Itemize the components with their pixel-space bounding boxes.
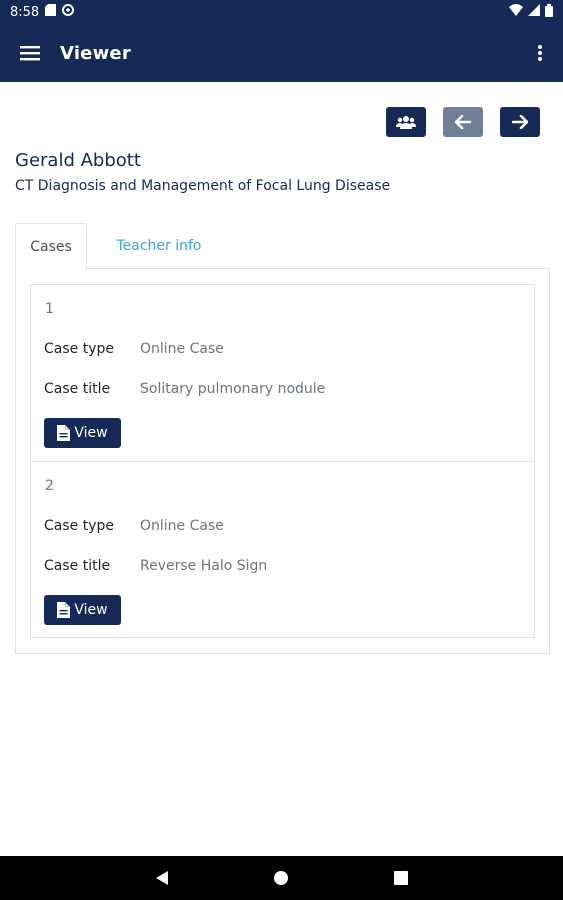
- data-saver-icon: [62, 4, 75, 20]
- view-button-label: View: [74, 425, 108, 441]
- arrow-right-icon: [512, 115, 528, 129]
- navigation-buttons: [386, 107, 540, 137]
- list-item: 1 Case type Online Case Case title Solit…: [31, 285, 534, 461]
- case-title-value: Reverse Halo Sign: [140, 558, 268, 574]
- home-icon: [274, 871, 288, 885]
- arrow-left-icon: [455, 115, 471, 129]
- group-icon: [396, 116, 416, 129]
- wifi-icon: [509, 4, 523, 20]
- person-name: Gerald Abbott: [15, 150, 141, 171]
- back-button[interactable]: [132, 856, 192, 900]
- recents-button[interactable]: [371, 856, 431, 900]
- file-icon: [57, 602, 71, 618]
- case-number: 2: [45, 478, 54, 494]
- previous-button[interactable]: [443, 107, 483, 137]
- tab-bar: Cases Teacher info: [15, 223, 550, 270]
- sd-card-icon: [45, 4, 57, 20]
- app-bar: Viewer: [0, 24, 563, 82]
- signal-icon: [528, 4, 540, 20]
- case-type-label: Case type: [44, 518, 114, 534]
- menu-button[interactable]: [0, 24, 60, 82]
- view-button[interactable]: View: [44, 595, 121, 625]
- case-list: 1 Case type Online Case Case title Solit…: [30, 284, 535, 638]
- tab-panel-cases: 1 Case type Online Case Case title Solit…: [15, 268, 550, 654]
- next-button[interactable]: [500, 107, 540, 137]
- list-item: 2 Case type Online Case Case title Rever…: [31, 461, 534, 637]
- app-title: Viewer: [60, 42, 131, 64]
- back-icon: [156, 871, 168, 885]
- case-title-label: Case title: [44, 381, 111, 397]
- case-type-value: Online Case: [140, 518, 224, 534]
- tab-teacher-info[interactable]: Teacher info: [101, 223, 217, 269]
- case-number: 1: [45, 301, 54, 317]
- home-button[interactable]: [251, 856, 311, 900]
- status-time: 8:58: [10, 4, 40, 20]
- status-bar: 8:58: [0, 0, 563, 24]
- more-vert-icon: [538, 45, 542, 61]
- system-nav-bar: [0, 856, 563, 900]
- group-button[interactable]: [386, 107, 426, 137]
- file-icon: [57, 425, 71, 441]
- case-title-label: Case title: [44, 558, 111, 574]
- overflow-menu-button[interactable]: [517, 24, 563, 82]
- menu-icon: [20, 46, 40, 61]
- tab-cases[interactable]: Cases: [15, 223, 87, 270]
- battery-icon: [545, 3, 553, 21]
- case-title-value: Solitary pulmonary nodule: [140, 381, 326, 397]
- view-button-label: View: [74, 602, 108, 618]
- recents-icon: [394, 871, 408, 885]
- case-type-value: Online Case: [140, 341, 224, 357]
- view-button[interactable]: View: [44, 418, 121, 448]
- case-type-label: Case type: [44, 341, 114, 357]
- course-title: CT Diagnosis and Management of Focal Lun…: [15, 178, 391, 194]
